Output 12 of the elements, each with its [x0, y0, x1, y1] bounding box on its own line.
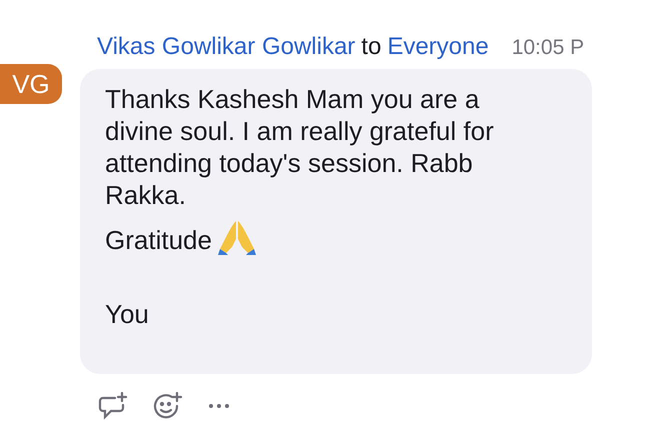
reply-icon[interactable]	[98, 392, 128, 420]
sender-name[interactable]: Vikas Gowlikar Gowlikar	[97, 33, 356, 61]
add-reaction-icon[interactable]	[153, 392, 183, 420]
more-options-icon[interactable]	[208, 403, 230, 409]
message-time: 10:05 P	[512, 36, 584, 60]
recipient-name[interactable]: Everyone	[387, 33, 489, 61]
message-text: Gratitude	[105, 219, 542, 256]
praying-hands-icon	[218, 219, 256, 255]
connector-text: to	[361, 33, 382, 61]
message-text: You	[105, 298, 150, 330]
message-text: Thanks Kashesh Mam you are a divine soul. I am really grateful for attending today's session. Rabb Rakka.	[105, 83, 495, 211]
avatar[interactable]: VG	[0, 64, 62, 104]
